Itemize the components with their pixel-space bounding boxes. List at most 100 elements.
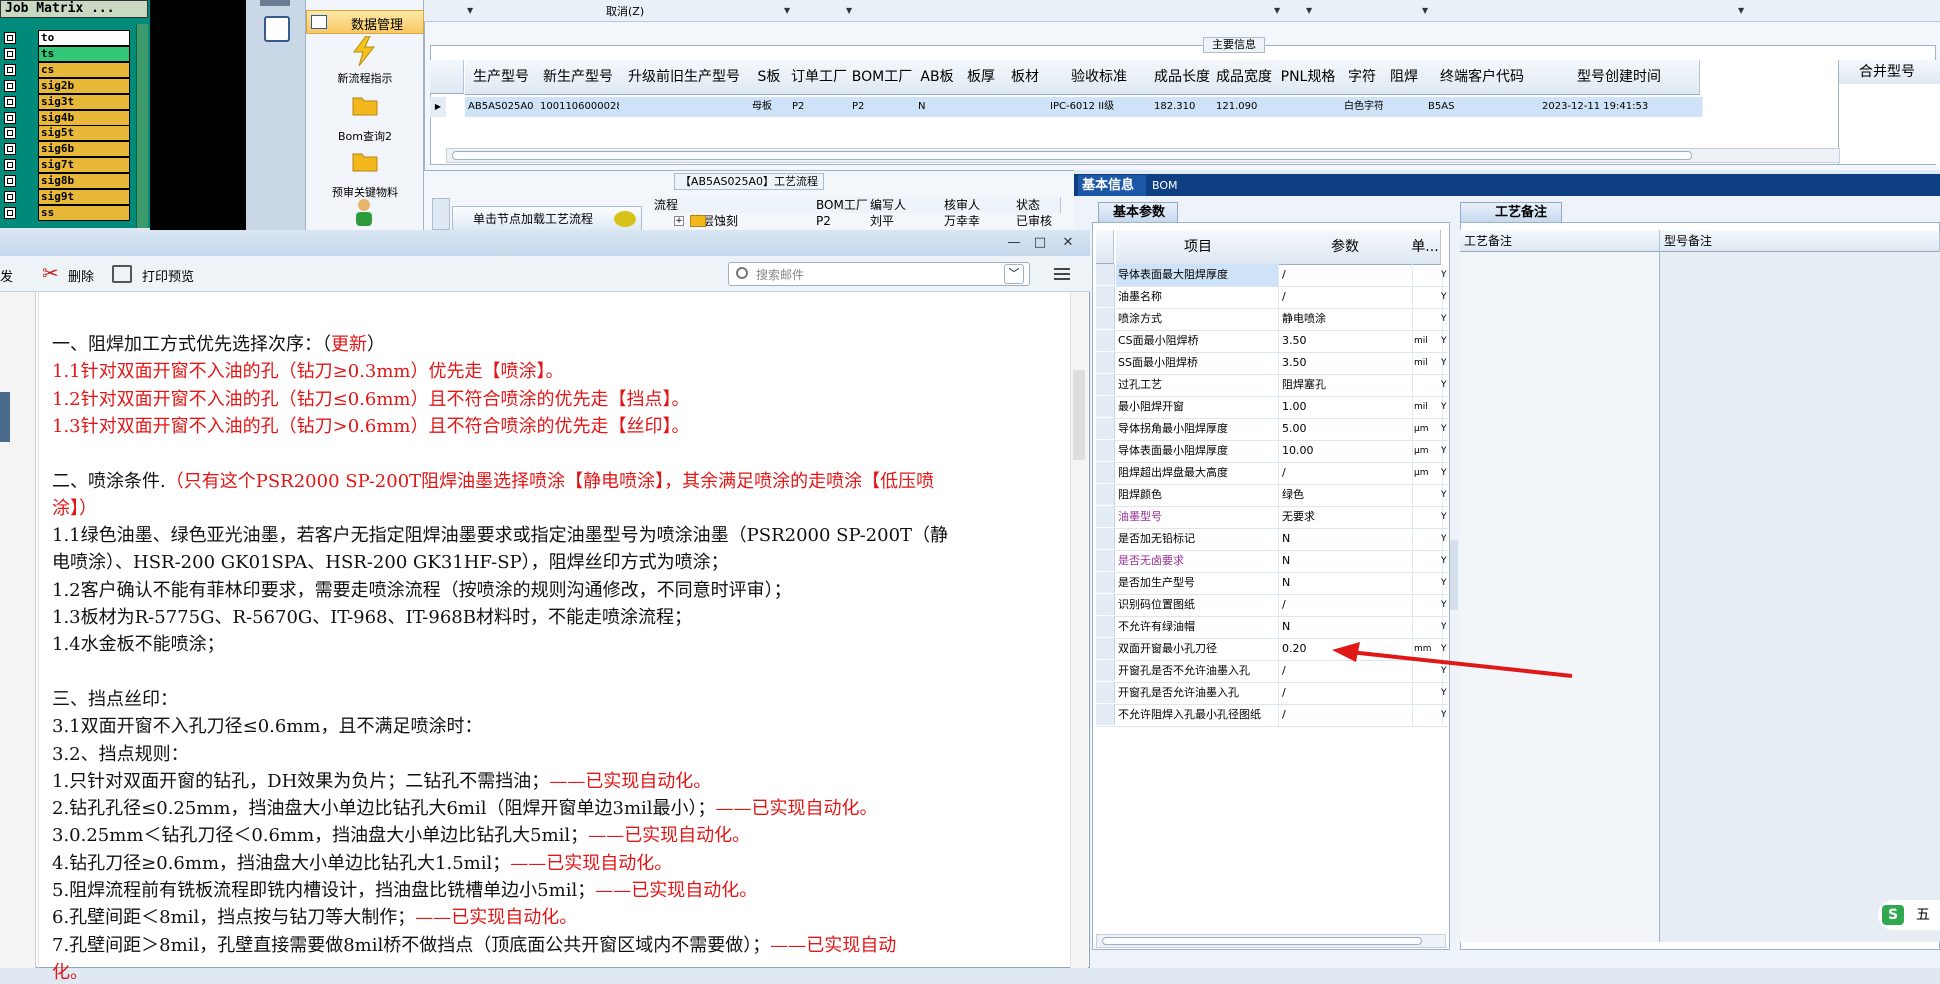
flow-column-header[interactable]: 编写人 <box>868 197 945 213</box>
column-header[interactable]: 型号创建时间 <box>1539 60 1700 95</box>
param-value[interactable]: 阻焊塞孔 <box>1280 374 1413 396</box>
param-value[interactable]: 10.00 <box>1280 440 1413 462</box>
grid-cell[interactable]: AB5AS025A0 <box>465 97 541 117</box>
param-row[interactable]: 导体表面最小阻焊厚度 10.00 μm Y <box>1096 440 1448 463</box>
row-header[interactable] <box>1096 506 1115 527</box>
column-header[interactable]: 终端客户代码 <box>1425 60 1540 95</box>
param-value[interactable]: N <box>1280 528 1413 550</box>
param-value[interactable]: N <box>1280 550 1413 572</box>
row-header[interactable] <box>1096 594 1115 615</box>
row-header[interactable] <box>1096 264 1115 285</box>
folder-icon[interactable] <box>352 94 378 116</box>
column-header[interactable]: 板材 <box>1003 60 1048 95</box>
param-row[interactable]: SS面最小阻焊桥 3.50 mil Y <box>1096 352 1448 375</box>
layer-row[interactable]: sig6b <box>4 141 132 158</box>
param-value[interactable]: 无要求 <box>1280 506 1413 528</box>
param-value[interactable]: / <box>1280 682 1413 704</box>
param-value[interactable]: / <box>1280 286 1413 308</box>
tab-craft-notes[interactable]: 工艺备注 <box>1460 202 1562 222</box>
layer-row[interactable]: ts <box>4 45 132 62</box>
tab-basic-info[interactable]: 基本信息 <box>1078 175 1146 196</box>
grid-cell[interactable]: P2 <box>789 97 853 117</box>
flow-column-header[interactable]: 流程 <box>652 197 817 213</box>
param-value[interactable]: / <box>1280 704 1413 726</box>
flow-cell[interactable]: P2 <box>814 213 870 229</box>
layer-label[interactable]: ts <box>38 45 130 62</box>
grid-cell[interactable]: N <box>915 97 963 117</box>
grid-cell[interactable] <box>1003 97 1051 117</box>
param-row[interactable]: 过孔工艺 阻焊塞孔 Y <box>1096 374 1448 397</box>
param-row[interactable]: 不允许阻焊入孔最小孔径图纸 / Y <box>1096 704 1448 727</box>
chevron-down-icon[interactable]: ▼ <box>1738 6 1744 15</box>
grid-cell[interactable] <box>1275 97 1345 117</box>
row-header[interactable] <box>1096 308 1115 329</box>
nav-item-data-management[interactable]: 数据管理 <box>306 10 424 34</box>
param-row[interactable]: 导体表面最大阻焊厚度 / Y <box>1096 264 1448 287</box>
layer-row[interactable]: sig9t <box>4 189 132 205</box>
layer-checkbox[interactable] <box>4 143 16 156</box>
column-header[interactable]: 成品长度 <box>1151 60 1214 95</box>
layer-checkbox[interactable] <box>4 159 16 172</box>
column-header[interactable]: 升级前旧生产型号 <box>619 60 750 95</box>
param-value[interactable]: 5.00 <box>1280 418 1413 440</box>
chevron-down-icon[interactable]: ▼ <box>467 6 473 15</box>
param-value[interactable]: 静电喷涂 <box>1280 308 1413 330</box>
layer-checkbox[interactable] <box>4 191 16 203</box>
main-grid-hscroll-thumb[interactable] <box>452 151 1692 160</box>
param-row[interactable]: 是否加生产型号 N Y <box>1096 572 1448 595</box>
calendar-icon[interactable] <box>264 16 290 42</box>
nav-strip-top-icon[interactable] <box>260 0 290 6</box>
layer-label[interactable]: sig8b <box>38 173 130 190</box>
flow-column-header[interactable]: 状态 <box>1014 197 1061 213</box>
param-value[interactable]: / <box>1280 594 1413 616</box>
layer-label[interactable]: sig4b <box>38 109 130 126</box>
layer-label[interactable]: sig9t <box>38 189 130 205</box>
param-row[interactable]: 阻焊颜色 绿色 Y <box>1096 484 1448 507</box>
param-value[interactable]: N <box>1280 616 1413 638</box>
chevron-down-icon[interactable]: ▼ <box>1422 6 1428 15</box>
row-header[interactable] <box>1096 462 1115 483</box>
chevron-down-icon[interactable]: ▼ <box>784 6 790 15</box>
layer-row[interactable]: sig3t <box>4 93 132 110</box>
grid-cell[interactable] <box>1383 97 1429 117</box>
layer-row[interactable]: sig2b <box>4 77 132 94</box>
layer-checkbox[interactable] <box>4 95 16 108</box>
grid-cell[interactable]: P2 <box>849 97 919 117</box>
row-header[interactable] <box>1096 638 1115 659</box>
column-header[interactable]: 新生产型号 <box>537 60 620 95</box>
row-header[interactable] <box>1096 528 1115 549</box>
close-icon[interactable]: ✕ <box>1058 233 1078 253</box>
menu-icon[interactable] <box>1054 268 1070 280</box>
column-header-craft-note[interactable]: 工艺备注 <box>1460 230 1660 252</box>
layer-checkbox[interactable] <box>4 206 16 219</box>
param-row[interactable]: 识别码位置图纸 / Y <box>1096 594 1448 617</box>
param-row[interactable]: 油墨名称 / Y <box>1096 286 1448 309</box>
param-column-header[interactable]: 项目 <box>1116 230 1281 265</box>
row-header[interactable] <box>1096 418 1115 439</box>
grid-cell[interactable] <box>959 97 1007 117</box>
row-selector-icon[interactable]: ▶ <box>430 97 446 117</box>
send-button[interactable]: 发 <box>0 266 13 285</box>
flow-cell[interactable]: 万幸幸 <box>942 213 1016 229</box>
layer-label[interactable]: sig3t <box>38 93 130 110</box>
flow-column-header[interactable]: 核审人 <box>942 197 1017 213</box>
column-header[interactable]: S板 <box>749 60 790 95</box>
row-header[interactable] <box>1096 550 1115 571</box>
column-header[interactable]: BOM工厂 <box>849 60 916 95</box>
param-row[interactable]: 喷涂方式 静电喷涂 Y <box>1096 308 1448 331</box>
chevron-down-icon[interactable]: ▼ <box>1306 6 1312 15</box>
expand-toggle-icon[interactable]: + <box>674 216 684 226</box>
column-header[interactable]: 字符 <box>1341 60 1384 95</box>
layer-label[interactable]: sig5t <box>38 125 130 142</box>
layer-checkbox[interactable] <box>4 175 16 188</box>
param-column-header[interactable]: 参数 <box>1280 230 1411 265</box>
layer-row[interactable]: sig5t <box>4 125 132 142</box>
row-header[interactable] <box>1096 396 1115 417</box>
tab-basic-params[interactable]: 基本参数 <box>1098 202 1178 222</box>
column-header-merge-model[interactable]: 合并型号 <box>1838 60 1940 84</box>
layer-label[interactable]: sig6b <box>38 141 130 158</box>
param-value[interactable]: / <box>1280 264 1413 286</box>
layer-label[interactable]: ss <box>38 204 130 221</box>
layer-checkbox[interactable] <box>4 79 16 92</box>
grid-cell[interactable]: IPC-6012 II级 <box>1047 97 1155 117</box>
